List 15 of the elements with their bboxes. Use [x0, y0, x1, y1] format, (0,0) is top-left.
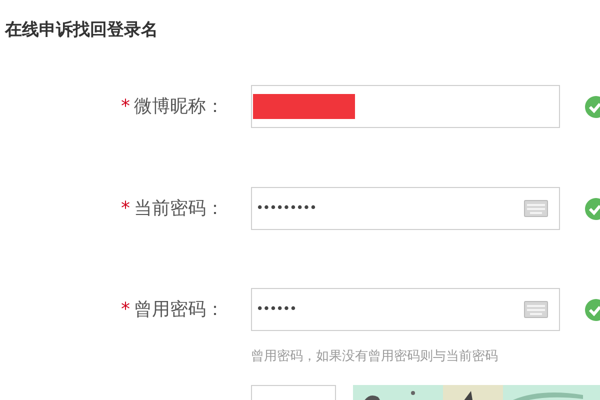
- page-title: 在线申诉找回登录名: [5, 20, 158, 40]
- field-label: 曾用密码：: [134, 298, 224, 322]
- required-mark: *: [121, 98, 130, 116]
- input-field[interactable]: ••••••: [251, 288, 560, 331]
- keyboard-icon: [524, 301, 548, 318]
- field-label: 微博昵称：: [134, 95, 224, 119]
- required-mark: *: [121, 200, 130, 218]
- hint-text: 曾用密码，如果没有曾用密码则与当前密码: [251, 349, 498, 364]
- input-field[interactable]: [251, 85, 560, 128]
- password-value: ••••••: [256, 300, 298, 319]
- input-field[interactable]: •••••••••: [251, 187, 560, 230]
- required-mark: *: [121, 300, 130, 318]
- password-value: •••••••••: [256, 200, 318, 218]
- field-label: 当前密码：: [134, 197, 224, 221]
- keyboard-icon: [524, 200, 548, 217]
